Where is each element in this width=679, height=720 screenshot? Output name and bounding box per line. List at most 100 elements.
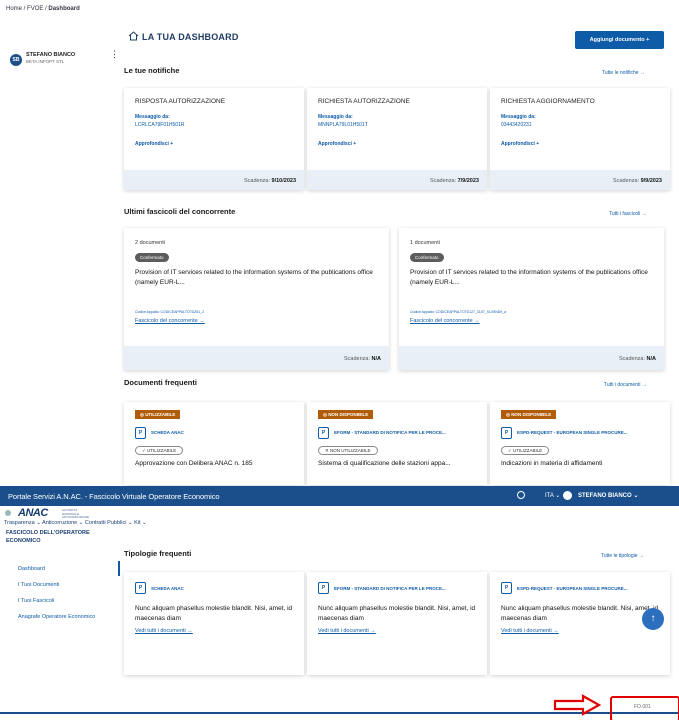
- notification-from-label: Messaggio da:: [135, 114, 170, 120]
- menu-dot-icon: [5, 510, 11, 516]
- notification-sender: LCRLCA79F01H501R: [135, 122, 185, 128]
- notification-card[interactable]: RICHIESTA AUTORIZZAZIONE Messaggio da: M…: [307, 88, 487, 190]
- type-card[interactable]: P SCHEDA ANAC Nunc aliquam phasellus mol…: [124, 572, 304, 675]
- annotation-arrow-icon: [553, 694, 601, 716]
- side-nav-item-fascicoli[interactable]: I Tuoi Fascicoli: [18, 598, 54, 604]
- fascicoli-title: Ultimi fascicoli del concorrente: [124, 207, 236, 216]
- more-options-icon[interactable]: ⋮: [110, 50, 119, 59]
- document-icon: P: [318, 582, 329, 594]
- breadcrumb-home[interactable]: Home: [6, 6, 22, 12]
- usability-pill: ✓ UTILIZZABILE: [501, 446, 550, 455]
- all-notifications-link[interactable]: Tutte le notifiche →: [602, 70, 645, 76]
- document-card[interactable]: ◎ NON DISPONIBILE P ESPD-REQUEST - EUROP…: [490, 402, 670, 485]
- back-to-top-button[interactable]: ↑: [642, 608, 664, 630]
- fascicolo-link[interactable]: Fascicolo del concorrente →: [410, 318, 480, 324]
- fascicolo-code: Codice Appalto: CODICEAPPALTO7DZ61_2: [135, 310, 205, 314]
- breadcrumb: Home / FVOE / Dashboard: [6, 6, 80, 12]
- page-title: LA TUA DASHBOARD: [142, 32, 239, 42]
- notification-expand-link[interactable]: Approfondisci +: [135, 141, 173, 147]
- side-nav-item-dashboard[interactable]: Dashboard: [18, 566, 45, 572]
- frequent-docs-title: Documenti frequenti: [124, 378, 197, 387]
- notification-sender: 03443420231: [501, 122, 532, 128]
- status-badge: Confermato: [410, 253, 444, 262]
- fascicolo-card[interactable]: 2 documenti Confermato Provision of IT s…: [124, 228, 389, 370]
- fascicolo-card[interactable]: 1 documenti Confermato Provision of IT s…: [399, 228, 664, 370]
- type-name: ESPD-REQUEST - EUROPEAN SINGLE PROCURE..…: [517, 586, 628, 591]
- notification-expand-link[interactable]: Approfondisci +: [318, 141, 356, 147]
- notification-due: Scadenza: 9/9/2023: [613, 178, 662, 184]
- side-nav-item-anagrafe[interactable]: Anagrafe Operatore Economico: [18, 614, 108, 622]
- frequent-types-title: Tipologie frequenti: [124, 549, 192, 558]
- document-type: EFORM - STANDARD DI NOTIFICA PER LE PROC…: [334, 430, 446, 435]
- fascicolo-description: Provision of IT services related to the …: [135, 269, 373, 286]
- side-nav-heading: FASCICOLO DELL'OPERATORE ECONOMICO: [6, 530, 90, 544]
- user-org: BETA INFOPT STL: [26, 59, 65, 64]
- type-name: SCHEDA ANAC: [151, 586, 184, 591]
- usability-pill: ✕ NON UTILIZZABILE: [318, 446, 378, 455]
- availability-badge: ◎ NON DISPONIBILE: [318, 410, 374, 419]
- notification-due: Scadenza: 9/10/2023: [244, 178, 296, 184]
- user-card[interactable]: SB STEFANO BIANCO BETA INFOPT STL ⋮: [6, 48, 119, 70]
- usability-pill: ✓ UTILIZZABILE: [135, 446, 184, 455]
- type-card[interactable]: P EFORM - STANDARD DI NOTIFICA PER LE PR…: [307, 572, 487, 675]
- search-icon[interactable]: [517, 491, 525, 499]
- document-type: SCHEDA ANAC: [151, 430, 184, 435]
- notification-due: Scadenza: 7/9/2023: [430, 178, 479, 184]
- all-fascicoli-link[interactable]: Tutti i fascicoli →: [609, 211, 647, 217]
- view-documents-link[interactable]: Vedi tutti i documenti →: [318, 628, 376, 634]
- notifications-title: Le tue notifiche: [124, 66, 180, 75]
- notification-title: RICHIESTA AUTORIZZAZIONE: [318, 98, 410, 105]
- add-document-button[interactable]: Aggiungi documento +: [575, 31, 664, 49]
- anac-main-menu[interactable]: Trasparenza ⌄ Anticorruzione ⌄ Contratti…: [4, 520, 147, 526]
- document-icon: P: [135, 427, 146, 439]
- anac-logo[interactable]: ANAC: [18, 507, 48, 519]
- document-name: Approvazione con Delibera ANAC n. 185: [135, 460, 253, 467]
- all-documents-link[interactable]: Tutti i documenti →: [604, 382, 647, 388]
- notification-from-label: Messaggio da:: [318, 114, 353, 120]
- view-documents-link[interactable]: Vedi tutti i documenti →: [135, 628, 193, 634]
- availability-badge: ◎ UTILIZZABILE: [135, 410, 181, 419]
- type-description: Nunc aliquam phasellus molestie blandit.…: [135, 605, 293, 622]
- notification-title: RICHIESTA AGGIORNAMENTO: [501, 98, 595, 105]
- document-name: Indicazioni in materia di affidamenti: [501, 460, 603, 467]
- document-count: 1 documenti: [410, 240, 440, 246]
- view-documents-link[interactable]: Vedi tutti i documenti →: [501, 628, 559, 634]
- type-description: Nunc aliquam phasellus molestie blandit.…: [318, 605, 476, 622]
- breadcrumb-current: Dashboard: [48, 6, 80, 12]
- home-icon: [128, 31, 139, 41]
- fascicolo-link[interactable]: Fascicolo del concorrente →: [135, 318, 205, 324]
- user-name: STEFANO BIANCO: [26, 52, 76, 58]
- notification-card[interactable]: RICHIESTA AGGIORNAMENTO Messaggio da: 03…: [490, 88, 670, 190]
- document-icon: P: [135, 582, 146, 594]
- fascicolo-code: Codice Appalto: CODICEAPPALTO7D127_3107_…: [410, 310, 507, 314]
- type-name: EFORM - STANDARD DI NOTIFICA PER LE PROC…: [334, 586, 446, 591]
- all-types-link[interactable]: Tutte le tipologie →: [601, 553, 644, 559]
- notification-from-label: Messaggio da:: [501, 114, 536, 120]
- document-type: ESPD-REQUEST - EUROPEAN SINGLE PROCURE..…: [517, 430, 628, 435]
- arrow-up-icon: ↑: [650, 613, 656, 624]
- status-badge: Confermato: [135, 253, 169, 262]
- document-card[interactable]: ◎ NON DISPONIBILE P EFORM - STANDARD DI …: [307, 402, 487, 485]
- anac-logo-subtitle: AUTORITÀ NAZIONALE ANTICORRUZIONE: [62, 508, 89, 519]
- breadcrumb-fvoe[interactable]: FVOE: [27, 6, 43, 12]
- document-name: Sistema di qualificazione delle stazioni…: [318, 460, 451, 467]
- notification-expand-link[interactable]: Approfondisci +: [501, 141, 539, 147]
- document-card[interactable]: ◎ UTILIZZABILE P SCHEDA ANAC ✓ UTILIZZAB…: [124, 402, 304, 485]
- portal-title: Portale Servizi A.N.AC. - Fascicolo Virt…: [8, 492, 220, 501]
- fascicolo-due: Scadenza: N/A: [618, 356, 656, 362]
- fascicolo-description: Provision of IT services related to the …: [410, 269, 648, 286]
- fascicolo-due: Scadenza: N/A: [343, 356, 381, 362]
- annotation-highlight-box: [610, 696, 679, 720]
- side-nav-item-documents[interactable]: I Tuoi Documenti: [18, 582, 59, 588]
- portal-user-menu[interactable]: STEFANO BIANCO ⌄: [578, 492, 638, 499]
- availability-badge: ◎ NON DISPONIBILE: [501, 410, 557, 419]
- language-selector[interactable]: ITA ⌄: [545, 492, 560, 499]
- notification-sender: MNNPLA79L01H501T: [318, 122, 368, 128]
- document-icon: P: [318, 427, 329, 439]
- avatar: SB: [10, 54, 22, 66]
- user-avatar-icon: [563, 491, 572, 500]
- document-count: 2 documenti: [135, 240, 165, 246]
- notification-card[interactable]: RISPOSTA AUTORIZZAZIONE Messaggio da: LC…: [124, 88, 304, 190]
- document-icon: P: [501, 582, 512, 594]
- notification-title: RISPOSTA AUTORIZZAZIONE: [135, 98, 226, 105]
